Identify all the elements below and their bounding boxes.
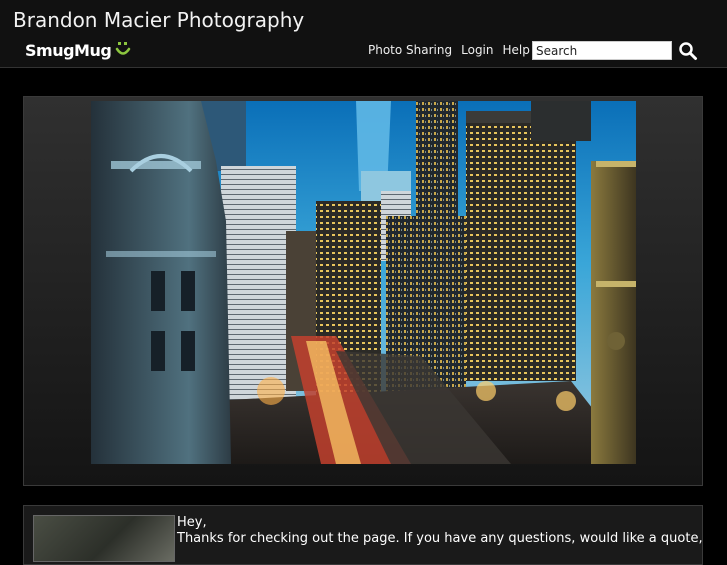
smile-icon — [116, 42, 131, 55]
site-title[interactable]: Brandon Macier Photography — [13, 8, 304, 32]
bio-panel: Hey, Thanks for checking out the page. I… — [23, 505, 703, 565]
bio-avatar — [33, 515, 175, 562]
bio-text: Hey, Thanks for checking out the page. I… — [177, 515, 703, 547]
search-icon[interactable] — [678, 41, 698, 61]
smugmug-logo[interactable]: SmugMug — [25, 38, 131, 62]
bio-greeting: Hey, — [177, 515, 207, 530]
photo-viewer — [23, 96, 703, 486]
logo-text: SmugMug — [25, 40, 112, 60]
nav-login[interactable]: Login — [461, 43, 493, 57]
nav-photo-sharing[interactable]: Photo Sharing — [368, 43, 452, 57]
nav-help[interactable]: Help — [503, 43, 530, 57]
main-photo[interactable] — [91, 101, 636, 464]
site-header: Brandon Macier Photography SmugMug Photo… — [0, 0, 727, 68]
search-input[interactable] — [532, 41, 672, 60]
top-nav: Photo Sharing Login Help — [368, 43, 539, 57]
